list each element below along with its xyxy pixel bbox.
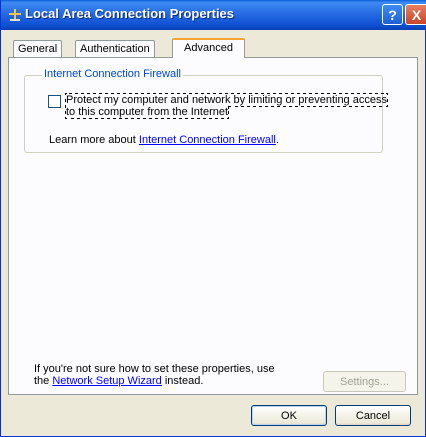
properties-dialog: Local Area Connection Properties ? X Gen… bbox=[0, 0, 426, 437]
learn-more-prefix: Learn more about bbox=[49, 134, 139, 146]
network-connection-icon bbox=[9, 9, 21, 21]
learn-more-suffix: . bbox=[275, 134, 279, 146]
close-button[interactable]: X bbox=[405, 4, 426, 25]
firewall-group-title: Internet Connection Firewall bbox=[42, 68, 183, 80]
wizard-hint-line2: the Network Setup Wizard instead. bbox=[34, 375, 275, 387]
protect-checkbox-label[interactable]: Protect my computer and network by limit… bbox=[65, 93, 396, 119]
wizard-suffix: instead. bbox=[161, 375, 204, 387]
tab-advanced[interactable]: Advanced bbox=[172, 38, 245, 58]
cancel-button[interactable]: Cancel bbox=[335, 405, 411, 426]
firewall-help-link[interactable]: Internet Connection Firewall bbox=[139, 134, 276, 146]
ok-button[interactable]: OK bbox=[251, 405, 327, 426]
help-button[interactable]: ? bbox=[382, 4, 403, 25]
window-title: Local Area Connection Properties bbox=[25, 6, 235, 21]
tab-authentication[interactable]: Authentication bbox=[75, 40, 155, 57]
network-setup-wizard-link[interactable]: Network Setup Wizard bbox=[52, 375, 161, 387]
tab-general[interactable]: General bbox=[13, 40, 63, 57]
protect-checkbox[interactable] bbox=[48, 95, 61, 108]
learn-more-text: Learn more about Internet Connection Fir… bbox=[49, 134, 279, 146]
wizard-prefix: the bbox=[34, 375, 53, 387]
wizard-hint: If you're not sure how to set these prop… bbox=[34, 363, 275, 387]
protect-checkbox-text: Protect my computer and network by limit… bbox=[65, 93, 388, 119]
title-bar[interactable]: Local Area Connection Properties ? X bbox=[1, 0, 426, 30]
settings-button[interactable]: Settings... bbox=[323, 371, 406, 392]
wizard-hint-line1: If you're not sure how to set these prop… bbox=[34, 363, 275, 375]
